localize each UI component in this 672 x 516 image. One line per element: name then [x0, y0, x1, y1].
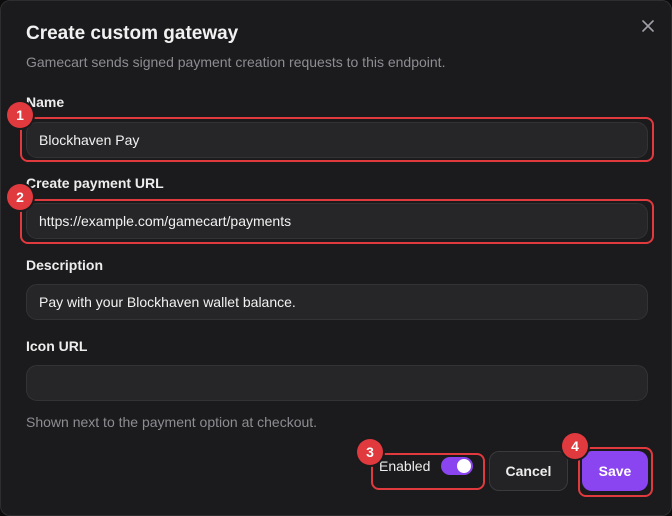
icon-url-input[interactable]: [26, 365, 648, 401]
create-gateway-dialog: Create custom gateway Gamecart sends sig…: [0, 0, 672, 516]
payment-url-input[interactable]: [26, 203, 648, 239]
save-button[interactable]: Save: [582, 451, 648, 491]
payment-url-label: Create payment URL: [26, 175, 164, 191]
annotation-marker-3: 3: [357, 439, 383, 465]
cancel-button[interactable]: Cancel: [489, 451, 568, 491]
description-input[interactable]: [26, 284, 648, 320]
annotation-marker-4: 4: [562, 433, 588, 459]
enabled-toggle-group: Enabled: [379, 457, 474, 475]
dialog-title: Create custom gateway: [26, 23, 239, 44]
close-icon: [642, 20, 654, 32]
dialog-subtitle: Gamecart sends signed payment creation r…: [26, 54, 446, 70]
icon-url-label: Icon URL: [26, 338, 88, 354]
description-label: Description: [26, 257, 104, 273]
annotation-marker-2: 2: [7, 184, 33, 210]
name-input[interactable]: [26, 122, 648, 158]
name-label: Name: [26, 94, 65, 110]
icon-url-hint: Shown next to the payment option at chec…: [26, 414, 318, 430]
close-button[interactable]: [637, 15, 659, 37]
enabled-label: Enabled: [379, 458, 431, 474]
switch-knob: [457, 459, 472, 473]
annotation-marker-1: 1: [7, 102, 33, 128]
enabled-switch[interactable]: [441, 457, 474, 475]
